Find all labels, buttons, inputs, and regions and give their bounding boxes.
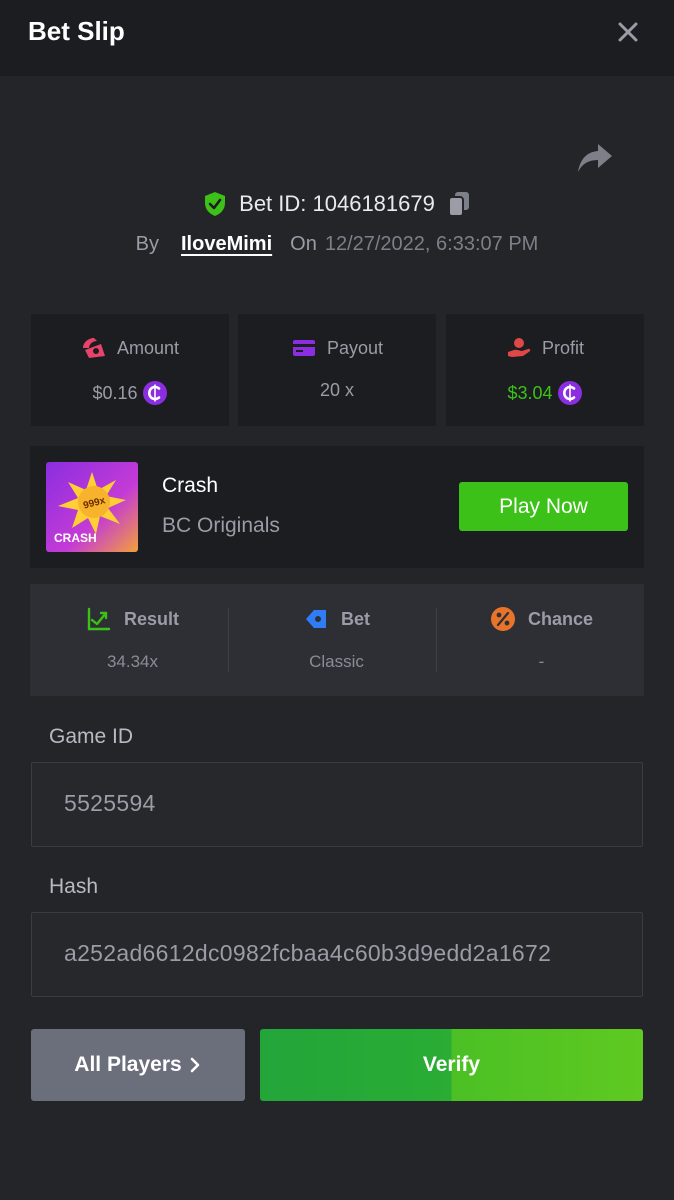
amount-label: Amount [116,337,180,358]
result-column: Result 34.34x [30,584,235,696]
payout-value: 20 x [319,380,355,400]
coin-icon [142,381,167,405]
payout-card: Payout 20 x [238,314,436,426]
chance-value: - [538,652,545,671]
thumb-label: CRASH [54,531,97,545]
all-players-label: All Players [74,1053,182,1076]
divider [228,608,229,672]
result-card: Result 34.34x Bet Classic Chance - [30,584,644,696]
chance-label: Chance [527,608,594,629]
result-chart-icon [87,607,111,631]
all-players-button[interactable]: All Players [31,1029,245,1101]
share-icon[interactable] [576,140,614,176]
profit-label: Profit [541,337,584,358]
hash-value: a252ad6612dc0982fcbaa4c60b3d9edd2a1672 [64,940,552,966]
percent-icon [490,607,515,631]
hash-field[interactable]: a252ad6612dc0982fcbaa4c60b3d9edd2a1672 [31,912,643,997]
game-provider: BC Originals [162,514,280,537]
profit-value: $3.04 [507,382,553,403]
bet-date: 12/27/2022, 6:33:07 PM [324,232,539,255]
play-now-button[interactable]: Play Now [459,482,628,531]
result-value: 34.34x [106,652,159,671]
shield-check-icon [205,192,226,216]
profit-icon [507,338,531,357]
bet-column: Bet Classic [234,584,439,696]
profit-card: Profit $3.04 [446,314,644,426]
copy-icon[interactable] [447,190,471,218]
bet-meta-row: By IloveMimi On 12/27/2022, 6:33:07 PM [0,228,674,260]
game-card: 999x CRASH Crash BC Originals Play Now [30,446,644,568]
bet-label: Bet [340,608,370,629]
verify-button[interactable]: Verify [260,1029,643,1101]
verify-label: Verify [422,1053,481,1076]
header: Bet Slip [0,0,674,76]
chevron-right-icon [190,1057,200,1073]
amount-value: $0.16 [92,382,138,403]
page-title: Bet Slip [28,16,125,46]
chance-column: Chance - [439,584,644,696]
username-link[interactable]: IloveMimi [181,233,272,256]
bet-value: Classic [309,652,364,671]
bet-id-row: Bet ID: 1046181679 [0,188,674,220]
game-id-value: 5525594 [64,790,156,816]
game-id-field[interactable]: 5525594 [31,762,643,847]
game-id-label: Game ID [49,725,134,748]
amount-icon [82,338,105,358]
payout-icon [292,340,315,356]
coin-icon [557,381,582,405]
payout-label: Payout [326,337,384,358]
hash-label: Hash [49,875,99,898]
divider [436,608,437,672]
amount-card: Amount $0.16 [31,314,229,426]
close-icon[interactable] [612,16,644,48]
by-label: By [135,232,159,255]
game-name: Crash [162,474,219,497]
result-label: Result [123,608,179,629]
bet-ticket-icon [305,610,326,628]
on-label: On [290,232,317,255]
crash-game-thumbnail[interactable]: 999x CRASH [46,462,138,552]
bet-id: Bet ID: 1046181679 [239,191,435,216]
